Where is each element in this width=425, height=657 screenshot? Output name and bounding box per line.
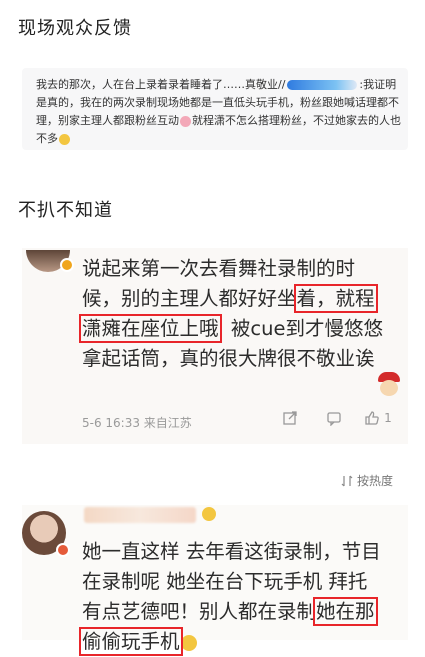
comment-icon[interactable] — [312, 410, 356, 426]
sort-by-heat-button[interactable]: 按热度 — [341, 472, 393, 489]
christmas-sticker-icon — [374, 372, 404, 396]
sort-icon — [341, 475, 353, 486]
comment-timestamp: 5-6 16:33 来自江苏 — [82, 416, 192, 430]
like-button[interactable]: 1 — [356, 410, 400, 426]
emoji-icon — [202, 507, 216, 521]
like-count: 1 — [384, 411, 392, 425]
sort-bar: 按热度 — [0, 466, 425, 496]
section-title-audience-feedback: 现场观众反馈 — [18, 18, 132, 39]
comment-text: 说起来第一次去看舞社录制的时候，别的主理人都好好坐着，就程潇瘫在座位上哦 被cu… — [79, 254, 392, 374]
quoted-post-text: 我去的那次，人在台上录着录着睡着了……真敬业//:我证明是真的，我在的两次录制现… — [36, 76, 402, 148]
emoji-icon — [59, 133, 70, 145]
sort-label: 按热度 — [356, 474, 393, 488]
share-icon[interactable] — [268, 410, 312, 426]
quote-text-part-1: 我去的那次，人在台上录着录着睡着了……真敬业// — [36, 78, 286, 91]
comment-text: 她一直这样 去年看这街录制，节目在录制呢 她坐在台下玩手机 拜托 有点艺德吧！别… — [79, 537, 392, 657]
level-badge-icon — [56, 543, 70, 557]
comment-actions: 1 — [268, 410, 400, 426]
like-icon — [365, 411, 379, 425]
emoji-icon — [180, 634, 197, 651]
comment-card: 她一直这样 去年看这街录制，节目在录制呢 她坐在台下玩手机 拜托 有点艺德吧！别… — [22, 505, 408, 656]
comment-card: 说起来第一次去看舞社录制的时候，别的主理人都好好坐着，就程潇瘫在座位上哦 被cu… — [22, 248, 408, 444]
emoji-icon — [180, 115, 191, 127]
quoted-post-card[interactable]: 我去的那次，人在台上录着录着睡着了……真敬业//:我证明是真的，我在的两次录制现… — [22, 68, 408, 150]
verified-badge-icon — [60, 258, 74, 272]
blurred-username — [84, 507, 196, 523]
redacted-username — [287, 80, 358, 90]
section-title-dig-deeper: 不扒不知道 — [18, 200, 113, 221]
